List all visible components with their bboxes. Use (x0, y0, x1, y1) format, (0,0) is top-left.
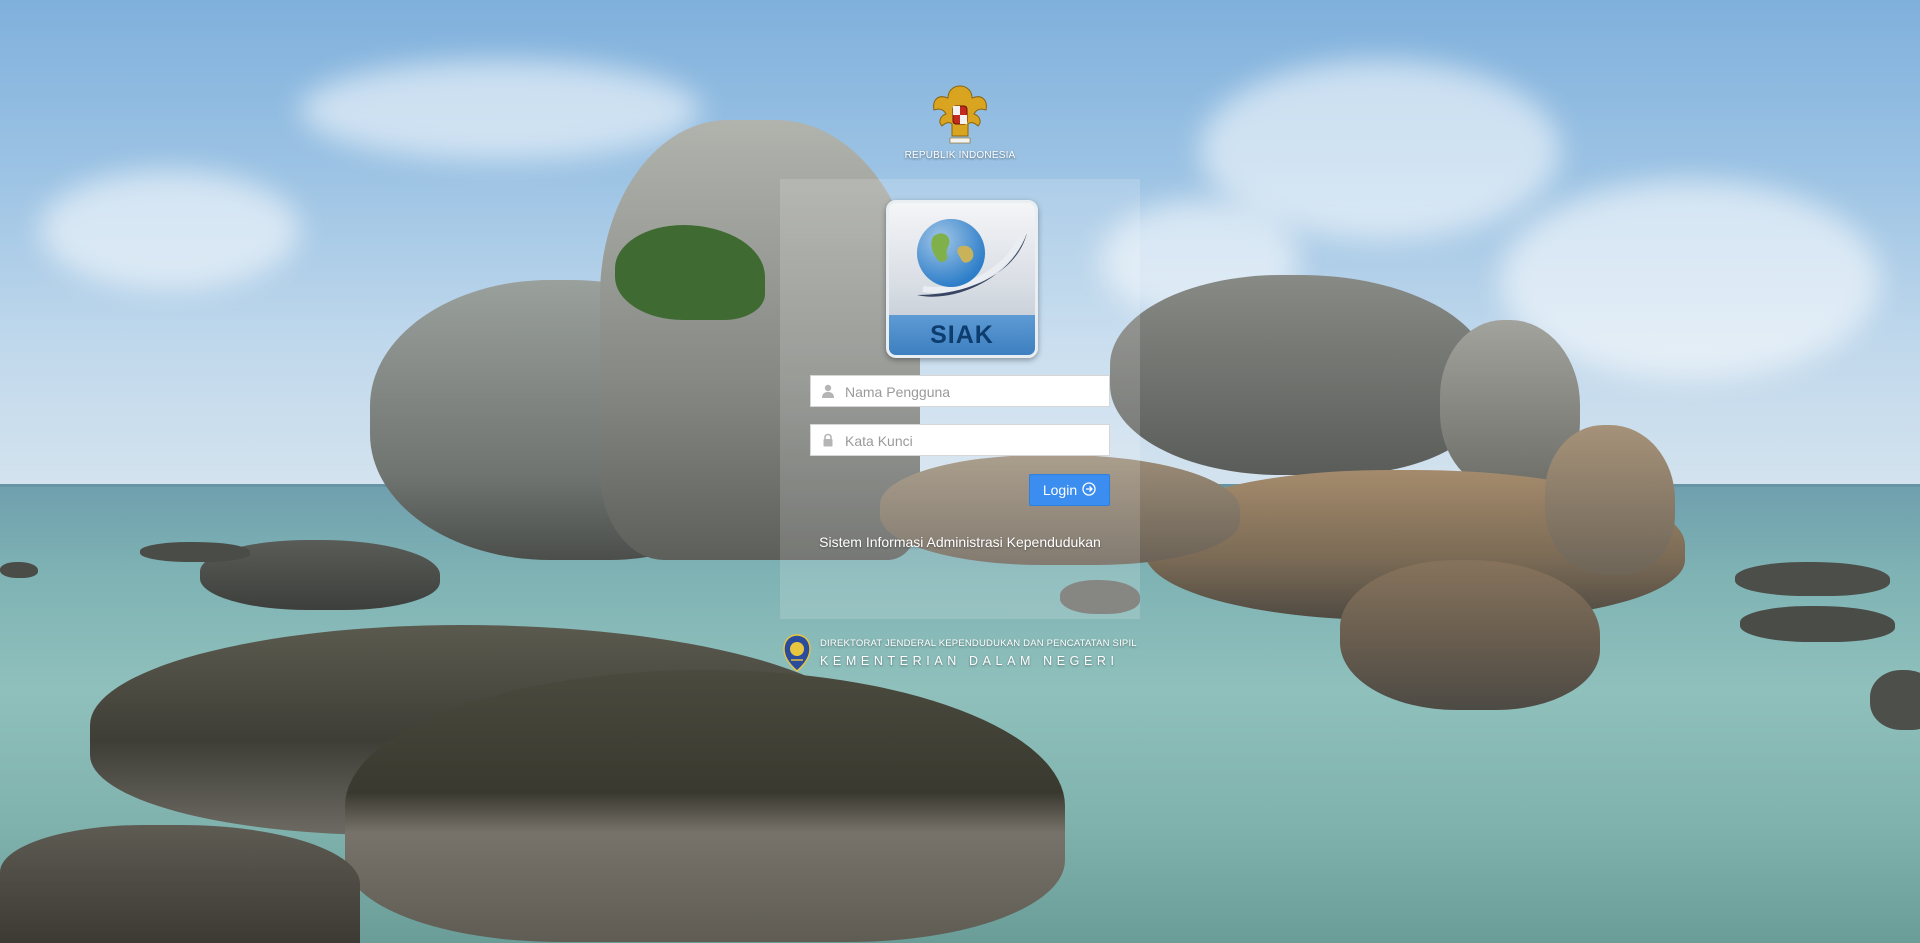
arrow-right-circle-icon (1082, 481, 1096, 499)
cloud (40, 170, 300, 290)
rock (0, 825, 360, 943)
footer-ministry: KEMENTERIAN DALAM NEGERI (820, 654, 1119, 668)
footer-directorate: DIREKTORAT JENDERAL KEPENDUDUKAN DAN PEN… (820, 638, 1137, 649)
rock (140, 542, 250, 562)
rock (1735, 562, 1890, 596)
user-icon (821, 384, 835, 398)
lock-icon (821, 433, 835, 447)
globe-icon (917, 219, 1027, 297)
login-button[interactable]: Login (1029, 474, 1110, 506)
rock (0, 562, 38, 578)
password-input[interactable] (843, 425, 1107, 457)
siak-logo: SIAK (886, 200, 1038, 358)
rock (1740, 606, 1895, 642)
username-input[interactable] (843, 376, 1107, 408)
emblem-label: REPUBLIK INDONESIA (904, 150, 1016, 161)
rock (1545, 425, 1675, 575)
rock (1340, 560, 1600, 710)
login-button-label: Login (1042, 482, 1078, 498)
logo-band: SIAK (889, 315, 1035, 355)
rock (1870, 670, 1920, 730)
garuda-emblem-icon (928, 80, 992, 148)
logo-text: SIAK (930, 320, 994, 349)
password-field[interactable] (810, 424, 1110, 457)
username-field[interactable] (810, 375, 1110, 408)
dukcapil-logo-icon (783, 634, 811, 672)
rock (345, 670, 1065, 942)
cloud (300, 60, 700, 160)
rock (1110, 275, 1490, 475)
app-tagline: Sistem Informasi Administrasi Kependuduk… (819, 534, 1101, 550)
